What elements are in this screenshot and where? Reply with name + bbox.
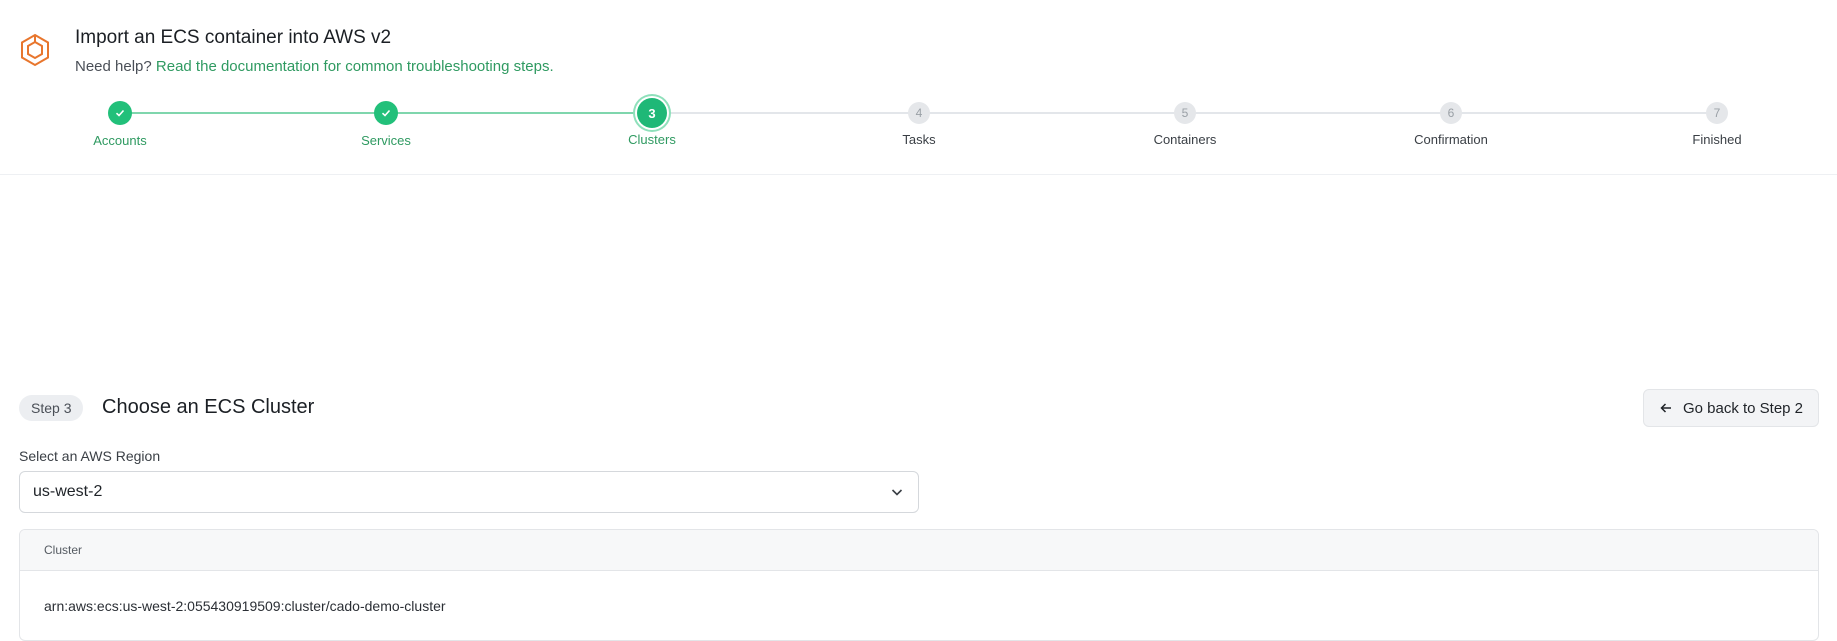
- step-confirmation: 6 Confirmation: [1371, 97, 1531, 147]
- cluster-arn: arn:aws:ecs:us-west-2:055430919509:clust…: [44, 598, 446, 614]
- hexagon-logo-icon: [21, 33, 49, 67]
- region-select-label: Select an AWS Region: [19, 448, 161, 464]
- progress-stepper: Accounts Services 3 Clusters 4 Tasks 5 C…: [0, 97, 1837, 157]
- step-label: Clusters: [628, 132, 676, 147]
- step-tasks: 4 Tasks: [839, 97, 999, 147]
- step-badge: Step 3: [19, 395, 84, 421]
- table-row[interactable]: arn:aws:ecs:us-west-2:055430919509:clust…: [20, 571, 1818, 640]
- step-label: Confirmation: [1414, 132, 1488, 147]
- column-header-cluster: Cluster: [44, 543, 83, 557]
- step-label: Accounts: [93, 133, 147, 148]
- check-icon: [374, 101, 398, 125]
- step-services: Services: [306, 97, 466, 148]
- documentation-link[interactable]: Read the documentation for common troubl…: [156, 58, 554, 75]
- help-text: Need help? Read the documentation for co…: [75, 58, 554, 75]
- chevron-down-icon: [891, 489, 903, 496]
- go-back-label: Go back to Step 2: [1682, 399, 1804, 417]
- help-prefix: Need help?: [75, 58, 152, 75]
- region-select[interactable]: us-west-2: [19, 471, 919, 513]
- step-number: 6: [1440, 102, 1462, 124]
- step-label: Containers: [1153, 132, 1217, 147]
- clusters-table: Cluster arn:aws:ecs:us-west-2:0554309195…: [19, 529, 1819, 641]
- step-clusters: 3 Clusters: [572, 97, 732, 147]
- step-label: Finished: [1692, 132, 1742, 147]
- region-select-value: us-west-2: [33, 483, 103, 500]
- step-containers: 5 Containers: [1105, 97, 1265, 147]
- arrow-left-icon: [1660, 403, 1671, 413]
- page-title: Import an ECS container into AWS v2: [75, 27, 392, 48]
- step-accounts: Accounts: [40, 97, 200, 148]
- table-header: Cluster: [20, 530, 1818, 571]
- go-back-button[interactable]: Go back to Step 2: [1643, 389, 1819, 427]
- step-label: Services: [361, 133, 411, 148]
- step-finished: 7 Finished: [1637, 97, 1797, 147]
- section-title: Choose an ECS Cluster: [102, 396, 315, 418]
- step-number: 7: [1706, 102, 1728, 124]
- step-label: Tasks: [902, 132, 936, 147]
- step-number: 5: [1174, 102, 1196, 124]
- step-number: 4: [908, 102, 930, 124]
- step-number: 3: [637, 98, 667, 128]
- page-header: Import an ECS container into AWS v2 Need…: [0, 0, 1837, 175]
- check-icon: [108, 101, 132, 125]
